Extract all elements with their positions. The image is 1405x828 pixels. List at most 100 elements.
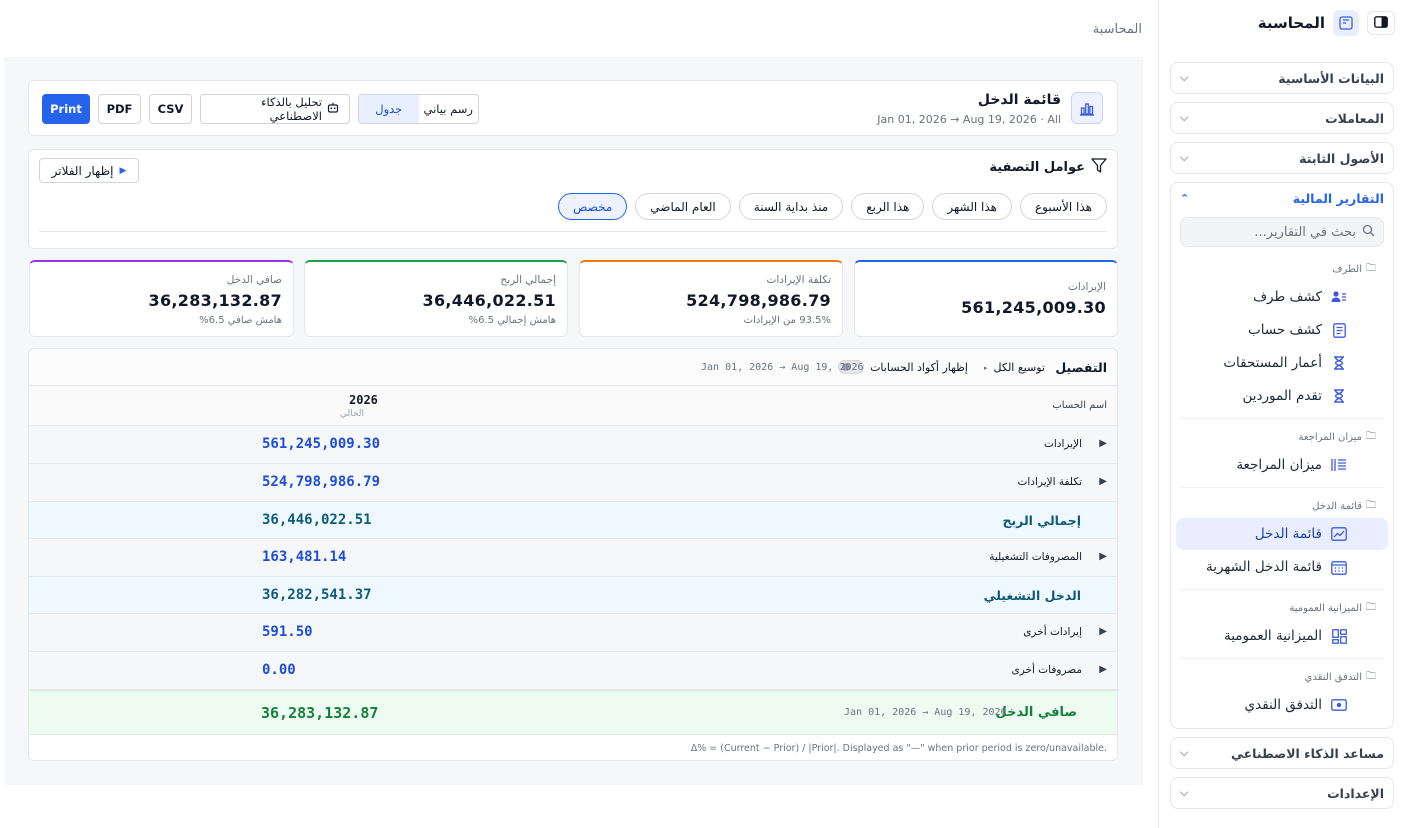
details-range: Jan 01, 2026 → Aug 19, 2026	[701, 362, 864, 373]
table-row-other-income[interactable]: ▶ إيرادات أخرى 591.50	[29, 614, 1117, 652]
section-master-data[interactable]: البيانات الأساسية ⌵	[1170, 62, 1394, 94]
sidebar-item-account-statement[interactable]: كشف حساب	[1176, 314, 1388, 346]
item-label: كشف حساب	[1248, 322, 1322, 338]
item-label: أعمار المستحقات	[1223, 355, 1322, 371]
chip-this-quarter[interactable]: هذا الربع	[851, 193, 925, 220]
sidebar-toggle-button[interactable]	[1367, 11, 1395, 35]
filters-card: عوامل التصفية ▶ إظهار الفلاتر هذا الأسبو…	[28, 149, 1118, 249]
table-row-revenue[interactable]: ▶ الإيرادات 561,245,009.30	[29, 426, 1117, 464]
net-range: Jan 01, 2026 → Aug 19, 2026	[844, 707, 1007, 718]
kpi-value: 524,798,986.79	[686, 291, 831, 310]
expand-caret-icon[interactable]: ▶	[1099, 476, 1107, 487]
section-label: المعاملات	[1325, 110, 1384, 126]
chip-custom[interactable]: مخصص	[558, 193, 628, 220]
sidebar-title: المحاسبة	[1257, 14, 1325, 32]
search-placeholder: بحث في التقارير...	[1254, 224, 1356, 240]
divider	[1180, 487, 1384, 488]
chip-ytd[interactable]: منذ بداية السنة	[738, 193, 844, 220]
ai-analysis-button[interactable]: تحليل بالذكاء الاصطناعي	[200, 94, 350, 124]
table-row-net-income: صافي الدخل Jan 01, 2026 → Aug 19, 2026 3…	[29, 690, 1117, 735]
show-codes-label: إظهار أكواد الحسابات	[870, 360, 968, 374]
kpi-value: 561,245,009.30	[961, 298, 1106, 317]
divider	[1180, 589, 1384, 590]
section-fixed-assets[interactable]: الأصول الثابتة ⌵	[1170, 142, 1394, 174]
kpi-label: تكلفة الإيرادات	[766, 274, 832, 286]
view-table-button[interactable]: جدول	[359, 95, 419, 123]
section-label: التقارير المالية	[1292, 190, 1384, 206]
expand-caret-icon[interactable]: ▶	[1099, 664, 1107, 675]
view-toggle: رسم بياني جدول	[358, 94, 479, 124]
pdf-button[interactable]: PDF	[98, 94, 141, 124]
chevron-down-icon: ⌵	[1180, 786, 1189, 799]
print-button[interactable]: Print	[42, 94, 90, 124]
show-filters-button[interactable]: ▶ إظهار الفلاتر	[39, 158, 139, 183]
financial-reports-header[interactable]: التقارير المالية ⌃	[1171, 183, 1393, 213]
sidebar-item-monthly-income[interactable]: قائمة الدخل الشهرية	[1176, 551, 1388, 583]
table-row-operating-income: الدخل التشغيلي 36,282,541.37	[29, 577, 1117, 614]
chevron-up-icon: ⌃	[1180, 191, 1190, 205]
robot-icon	[327, 102, 339, 116]
breadcrumb[interactable]: المحاسبة	[1093, 22, 1142, 37]
panel-toggle-icon	[1374, 15, 1388, 31]
expand-all-label: توسيع الكل	[993, 361, 1045, 374]
csv-button[interactable]: CSV	[149, 94, 192, 124]
expand-caret-icon[interactable]: ▶	[1099, 551, 1107, 562]
sidebar-item-trial-balance[interactable]: ميزان المراجعة	[1176, 449, 1388, 481]
group-balance-sheet: 🗀 الميزانية العمومية	[1176, 596, 1388, 619]
sidebar-item-party-statement[interactable]: كشف طرف	[1176, 281, 1388, 313]
section-ai-assistant[interactable]: مساعد الذكاء الاصطناعي ⌵	[1170, 737, 1394, 769]
expand-caret-icon[interactable]: ▶	[1099, 626, 1107, 637]
section-financial-reports: التقارير المالية ⌃ بحث في التقارير... 🗀 ال…	[1170, 182, 1394, 729]
group-label: ميزان المراجعة	[1298, 432, 1362, 443]
chip-this-month[interactable]: هذا الشهر	[932, 193, 1012, 220]
report-header-card: قائمة الدخل Jan 01, 2026 → Aug 19, 2026 …	[28, 80, 1118, 136]
row-name: المصروفات التشغيلية	[989, 551, 1082, 563]
table-row-opex[interactable]: ▶ المصروفات التشغيلية 163,481.14	[29, 539, 1117, 577]
kpi-label: إجمالي الربح	[500, 274, 556, 286]
item-label: تقدم الموردين	[1242, 388, 1322, 404]
calendar-icon	[1330, 560, 1348, 575]
sidebar-item-income-statement[interactable]: قائمة الدخل	[1176, 518, 1388, 550]
expand-caret-icon[interactable]: ▶	[1099, 438, 1107, 449]
report-subtitle: Jan 01, 2026 → Aug 19, 2026 · All	[877, 113, 1061, 126]
chip-last-year[interactable]: العام الماضي	[635, 193, 731, 220]
group-label: قائمة الدخل	[1312, 501, 1362, 512]
folder-icon: 🗀	[1366, 602, 1376, 613]
period-chips: هذا الأسبوع هذا الشهر هذا الربع منذ بداي…	[558, 193, 1107, 220]
table-row-cogs[interactable]: ▶ تكلفة الإيرادات 524,798,986.79	[29, 464, 1117, 502]
chevron-down-icon: ⌵	[1180, 151, 1189, 164]
sidebar-item-cash-flow[interactable]: التدفق النقدي	[1176, 689, 1388, 721]
sidebar-item-receivables-aging[interactable]: أعمار المستحقات	[1176, 347, 1388, 379]
current-label: الحالي	[340, 409, 365, 419]
search-icon	[1362, 224, 1375, 241]
view-chart-button[interactable]: رسم بياني	[419, 95, 479, 123]
kpi-revenue: الإيرادات 561,245,009.30	[854, 260, 1118, 337]
row-amount: 163,481.14	[262, 549, 347, 565]
sidebar-item-balance-sheet[interactable]: الميزانية العمومية	[1176, 620, 1388, 652]
section-settings[interactable]: الإعدادات ⌵	[1170, 777, 1394, 809]
filter-icon	[1091, 158, 1107, 177]
kpi-sub: 93.5% من الإيرادات	[743, 315, 831, 326]
details-title: التفصيل	[1055, 360, 1107, 375]
section-label: الإعدادات	[1327, 785, 1384, 801]
group-party: 🗀 الطرف	[1176, 257, 1388, 280]
sidebar-item-suppliers-aging[interactable]: تقدم الموردين	[1176, 380, 1388, 412]
row-amount: 524,798,986.79	[262, 474, 381, 490]
row-amount: 0.00	[262, 662, 296, 678]
filters-title-label: عوامل التصفية	[989, 160, 1085, 175]
chip-this-week[interactable]: هذا الأسبوع	[1020, 193, 1107, 220]
year-column-header: 2026	[349, 393, 378, 407]
dashboard-icon	[1330, 628, 1348, 644]
reports-search-input[interactable]: بحث في التقارير...	[1180, 217, 1384, 247]
ledger-icon	[1330, 458, 1348, 472]
table-row-other-expenses[interactable]: ▶ مصروفات أخرى 0.00	[29, 652, 1117, 690]
row-name: إجمالي الربح	[1002, 513, 1081, 528]
expand-all-button[interactable]: توسيع الكل ▸	[984, 361, 1045, 374]
table-header: اسم الحساب 2026 الحالي	[29, 386, 1117, 426]
bar-chart-icon	[1071, 92, 1103, 124]
row-name: تكلفة الإيرادات	[1017, 476, 1083, 488]
row-name: صافي الدخل	[995, 705, 1077, 720]
section-transactions[interactable]: المعاملات ⌵	[1170, 102, 1394, 134]
folder-icon: 🗀	[1366, 263, 1376, 274]
play-icon: ▶	[119, 165, 127, 176]
